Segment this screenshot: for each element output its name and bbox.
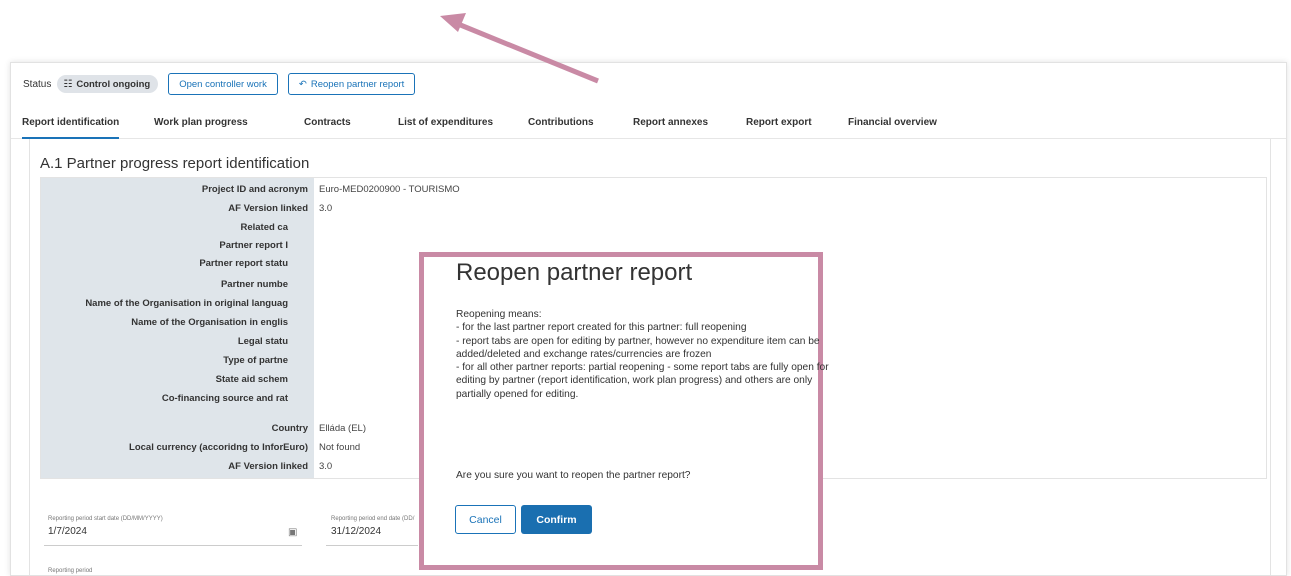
annotation-arrow: [440, 13, 599, 84]
